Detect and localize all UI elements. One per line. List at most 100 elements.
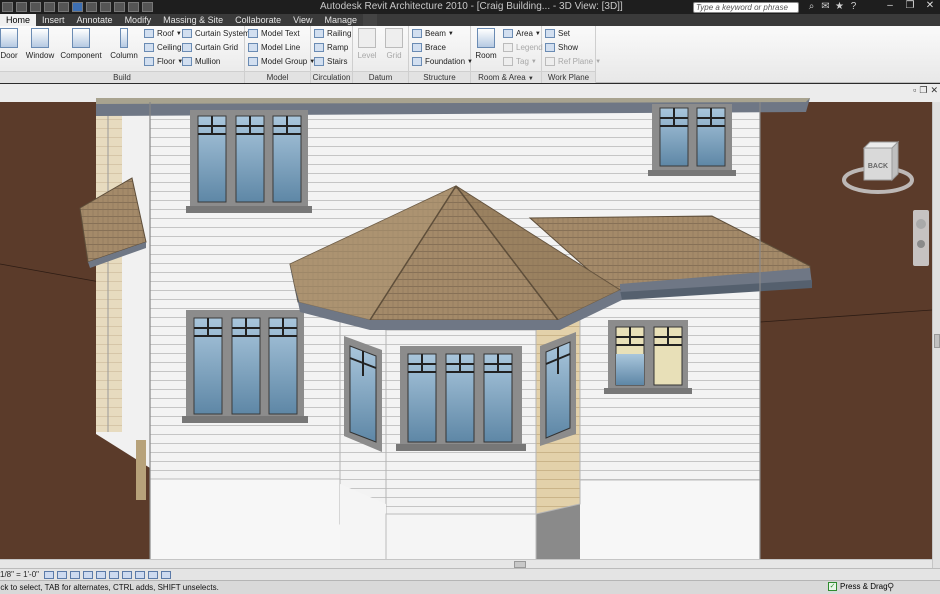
model-line-button[interactable]: Model Line [248,43,300,52]
component-button[interactable]: Component [58,28,104,60]
horizontal-scrollbar[interactable] [0,559,932,568]
horizontal-scroll-thumb[interactable] [514,561,526,568]
steering-wheel-icon[interactable] [916,219,926,229]
analysis-display-icon[interactable] [161,570,172,579]
3d-view-icon[interactable] [128,2,139,12]
dimension-icon[interactable] [100,2,111,12]
mullion-button[interactable]: Mullion [182,57,220,66]
visual-style-icon[interactable] [57,570,68,579]
show-button[interactable]: Show [545,43,578,52]
modify-arrow-icon[interactable] [72,2,83,12]
ribbon-minimize-icon[interactable] [363,14,378,26]
room-area-expand-icon: ▼ [527,76,534,82]
area-button[interactable]: Area ▼ [503,29,541,38]
floor-button[interactable]: Floor ▼ [144,57,183,66]
vertical-scrollbar[interactable] [932,102,940,568]
crop-view-icon[interactable] [96,570,107,579]
tag-button[interactable]: Tag ▼ [503,57,537,66]
minimize-button[interactable]: – [880,0,900,12]
detail-level-icon[interactable] [44,570,55,579]
circulation-panel-title[interactable]: Circulation [311,71,352,83]
zoom-icon[interactable] [917,240,925,248]
datum-panel-title[interactable]: Datum [353,71,408,83]
section-icon[interactable] [142,2,153,12]
beam-button[interactable]: Beam ▼ [412,29,454,38]
3d-viewport[interactable]: BACK ▫ ❐ ✕ [0,84,940,568]
foundation-label: Foundation [425,57,466,66]
ceiling-icon [144,43,154,52]
floor-label: Floor [157,57,176,66]
model-panel-title[interactable]: Model [245,71,310,83]
room-button[interactable]: Room [472,28,500,60]
press-drag-toggle[interactable]: ✓ Press & Drag [828,582,888,591]
viewcube-label[interactable]: BACK [868,163,888,170]
datum-panel: Level Grid Datum [353,26,409,83]
tab-home[interactable]: Home [0,14,37,26]
lock-3d-view-icon[interactable] [122,570,133,579]
reveal-hidden-icon[interactable] [148,570,159,579]
restore-button[interactable]: ❐ [900,0,920,12]
view-minimize-icon[interactable]: ▫ [913,85,916,96]
tab-insert[interactable]: Insert [36,14,71,26]
model-text-button[interactable]: Model Text [248,29,300,38]
tab-manage[interactable]: Manage [319,14,364,26]
curtain-system-label: Curtain System [195,29,250,38]
ramp-button[interactable]: Ramp [314,43,348,52]
room-area-panel-title[interactable]: Room & Area ▼ [471,71,541,83]
legend-button[interactable]: Legend [503,43,543,52]
curtain-system-button[interactable]: Curtain System [182,29,250,38]
window-icon [31,28,49,48]
level-button[interactable]: Level [353,28,381,60]
stairs-button[interactable]: Stairs [314,57,347,66]
grid-button[interactable]: Grid [380,28,408,60]
curtain-grid-button[interactable]: Curtain Grid [182,43,238,52]
curtain-grid-icon [182,43,192,52]
view-close-icon[interactable]: ✕ [930,85,938,96]
help-icon[interactable]: ? [848,1,859,13]
star-icon[interactable]: ★ [834,1,845,13]
press-drag-checkbox[interactable]: ✓ [828,582,837,591]
foundation-button[interactable]: Foundation ▼ [412,57,473,66]
undo-icon[interactable] [44,2,55,12]
model-group-button[interactable]: Model Group ▼ [248,57,315,66]
tab-modify[interactable]: Modify [119,14,158,26]
save-icon[interactable] [30,2,41,12]
work-plane-panel-title[interactable]: Work Plane [542,71,595,83]
close-button[interactable]: ✕ [920,0,940,12]
brace-button[interactable]: Brace [412,43,446,52]
build-panel-title[interactable]: Build [0,71,244,83]
search-input[interactable]: Type a keyword or phrase [693,2,799,13]
measure-icon[interactable] [86,2,97,12]
column-button[interactable]: Column [108,28,140,60]
house-3d-model[interactable]: BACK [0,84,940,568]
filter-icon[interactable]: ⚲ [887,582,894,593]
quick-access-toolbar [0,0,153,14]
show-crop-region-icon[interactable] [109,570,120,579]
temporary-hide-icon[interactable] [135,570,146,579]
redo-icon[interactable] [58,2,69,12]
vertical-scroll-thumb[interactable] [934,334,940,348]
open-icon[interactable] [16,2,27,12]
view-restore-icon[interactable]: ❐ [919,85,927,96]
set-button[interactable]: Set [545,29,570,38]
ribbon: Door Window Component Column Roof ▼ Ceili… [0,26,940,83]
structure-panel-title[interactable]: Structure [409,71,470,83]
door-button[interactable]: Door [0,28,24,60]
ceiling-button[interactable]: Ceiling [144,43,181,52]
window-button[interactable]: Window [24,28,56,60]
subscription-icon[interactable]: ✉ [820,1,831,13]
railing-button[interactable]: Railing [314,29,351,38]
tab-massing-site[interactable]: Massing & Site [157,14,229,26]
shadows-icon[interactable] [83,570,94,579]
brace-label: Brace [425,43,446,52]
tab-annotate[interactable]: Annotate [71,14,119,26]
tab-view[interactable]: View [287,14,318,26]
binoculars-icon[interactable]: ⌕ [806,1,817,13]
app-menu-icon[interactable] [2,2,13,12]
ref-plane-button[interactable]: Ref Plane ▼ [545,57,601,66]
sun-path-icon[interactable] [70,570,81,579]
tag-icon[interactable] [114,2,125,12]
tab-collaborate[interactable]: Collaborate [229,14,287,26]
roof-button[interactable]: Roof ▼ [144,29,182,38]
view-scale[interactable]: 1/8" = 1'-0" [0,570,39,579]
